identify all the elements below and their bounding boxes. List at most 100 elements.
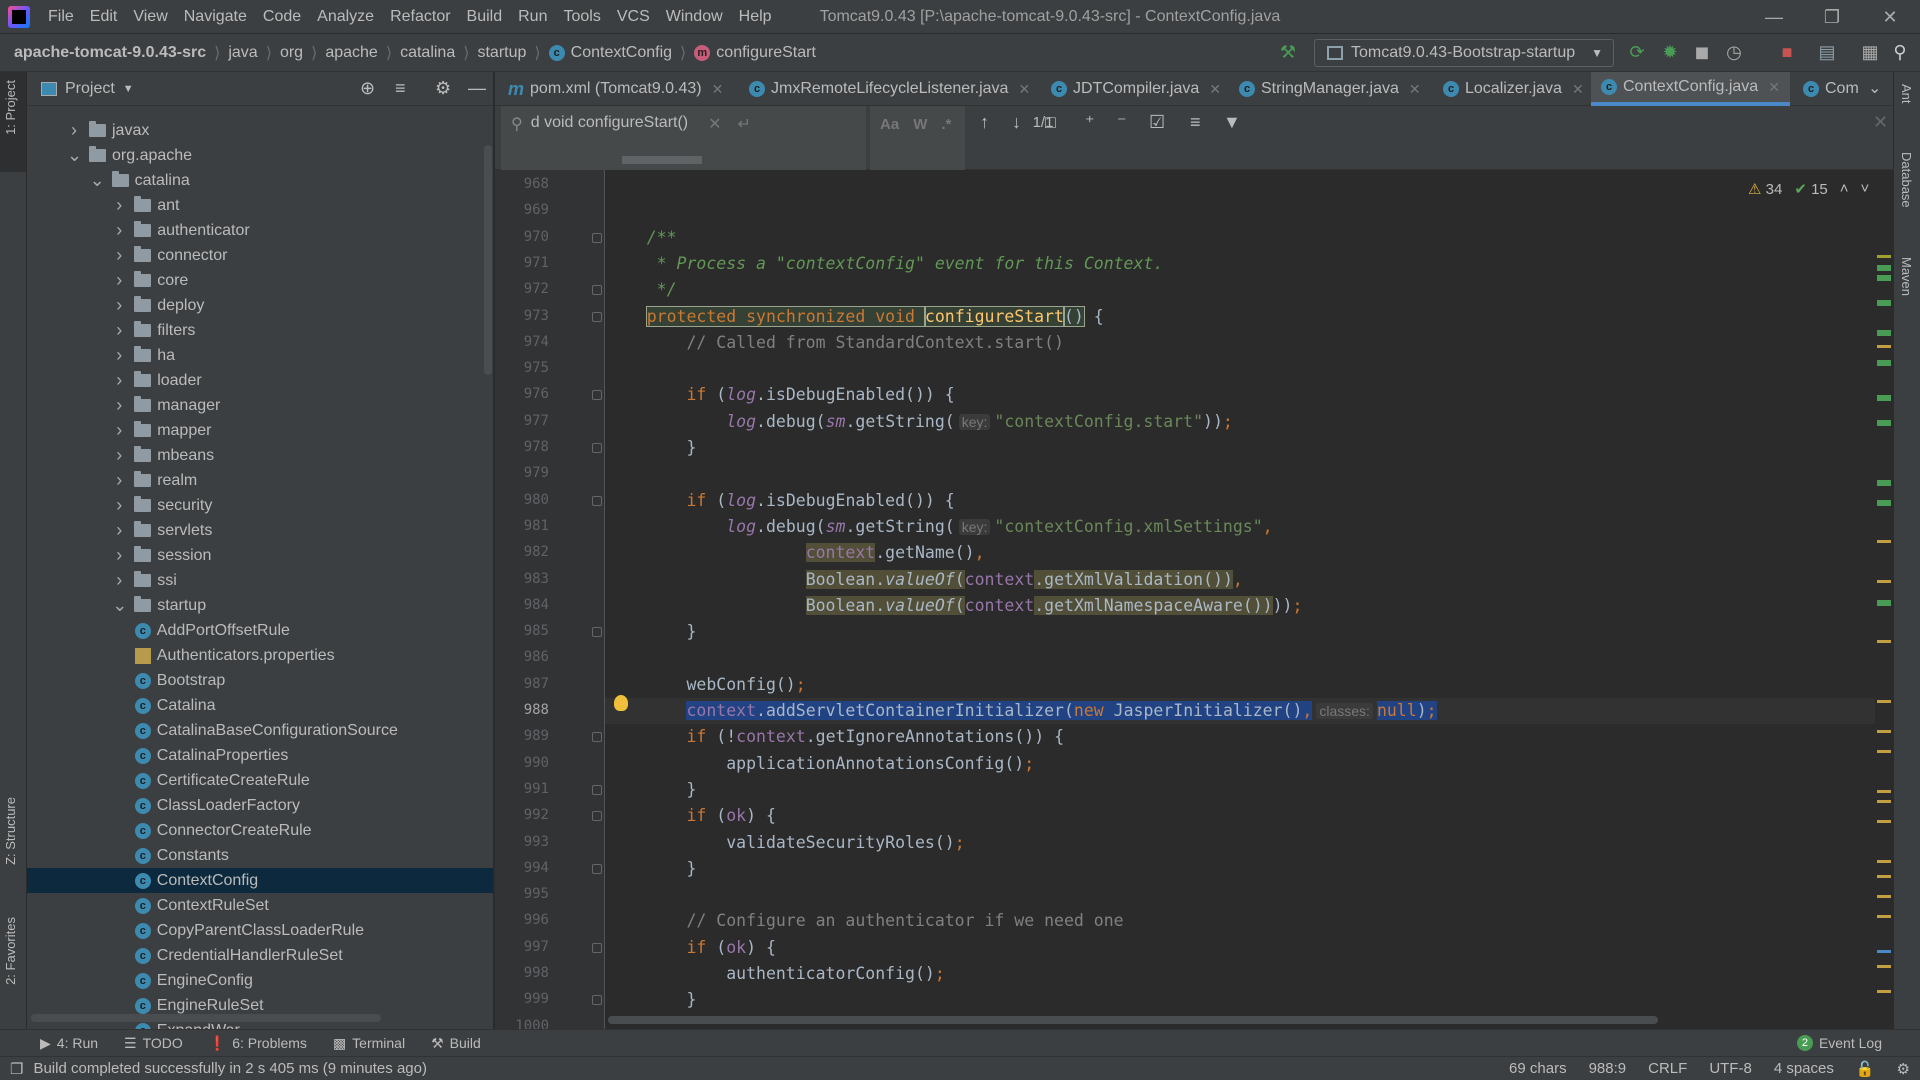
project-structure-icon[interactable]: ▤ [1815,42,1839,63]
editor-horizontal-scrollbar[interactable] [608,1016,1658,1024]
code-line[interactable]: // Called from StandardContext.start() [607,330,1064,356]
search-icon[interactable]: ⚲ [1888,42,1912,63]
clear-icon[interactable]: ✕ [708,114,721,134]
menu-code[interactable]: Code [255,8,309,26]
error-stripe-mark[interactable] [1877,950,1891,953]
next-occurrence-icon[interactable]: ↓ [1012,112,1021,133]
error-stripe-mark[interactable] [1877,860,1891,863]
run-tool-button[interactable]: ▶ 4: Run [40,1035,98,1052]
problems-tool-button[interactable]: ❗ 6: Problems [209,1035,307,1052]
close-tab-icon[interactable]: ✕ [1572,81,1584,98]
tree-item-ssi[interactable]: › ssi [27,568,493,593]
toggle-tool-windows-icon[interactable]: ❐ [10,1060,23,1078]
tree-item-filters[interactable]: › filters [27,318,493,343]
code-line[interactable]: context.addServletContainerInitializer(n… [607,698,1437,724]
close-window-button[interactable]: ✕ [1860,0,1920,34]
tree-scrollbar[interactable] [484,145,492,375]
tree-item-authenticator[interactable]: › authenticator [27,218,493,243]
tree-item-javax[interactable]: › javax [27,118,493,143]
breadcrumb-apache[interactable]: apache [325,44,378,62]
code-line[interactable]: Boolean.valueOf(context.getXmlNamespaceA… [607,593,1302,619]
code-line[interactable]: */ [607,277,677,303]
tree-item-authenticators-properties[interactable]: Authenticators.properties [27,643,493,668]
chevron-right-icon[interactable]: › [112,395,126,416]
find-input[interactable]: ⚲ d void configureStart() ✕ ↵ [501,106,866,170]
restore-button[interactable]: ❐ [1802,0,1862,34]
code-line[interactable]: if (log.isDebugEnabled()) { [607,488,954,514]
favorites-tool-button[interactable]: 2: Favorites [3,917,18,985]
tree-item-core[interactable]: › core [27,268,493,293]
tab-pom-xml-tomcat9-0-43-[interactable]: m pom.xml (Tomcat9.0.43) ✕ [498,72,733,106]
tree-item-copyparentclassloaderrule[interactable]: c CopyParentClassLoaderRule [27,918,493,943]
code-line[interactable]: applicationAnnotationsConfig(); [607,751,1034,777]
code-line[interactable]: log.debug(sm.getString(key: "contextConfi… [607,514,1272,540]
tree-item-mapper[interactable]: › mapper [27,418,493,443]
breadcrumb-org[interactable]: org [280,44,303,62]
tab-contextconfig-java[interactable]: c ContextConfig.java ✕ [1591,72,1790,106]
tree-item-security[interactable]: › security [27,493,493,518]
tree-item-credentialhandlerruleset[interactable]: c CredentialHandlerRuleSet [27,943,493,968]
coverage-icon[interactable]: ◼ [1690,42,1714,63]
error-stripe-mark[interactable] [1877,395,1891,401]
code-line[interactable]: webConfig(); [607,672,805,698]
previous-occurrence-icon[interactable]: ↑ [980,112,989,133]
filter-options-icon[interactable]: ≡ [1190,112,1201,133]
chevron-right-icon[interactable]: › [112,420,126,441]
menu-build[interactable]: Build [459,8,511,26]
multiline-icon[interactable]: ↵ [738,114,751,134]
chevron-right-icon[interactable]: › [112,295,126,316]
error-stripe-mark[interactable] [1877,330,1891,336]
rerun-icon[interactable]: ⟳ [1625,42,1649,63]
terminal-tool-button[interactable]: ▩ Terminal [333,1035,405,1052]
code-line[interactable]: } [607,777,696,803]
tree-item-addportoffsetrule[interactable]: c AddPortOffsetRule [27,618,493,643]
code-line[interactable]: * Process a "contextConfig" event for th… [607,251,1164,277]
tree-item-servlets[interactable]: › servlets [27,518,493,543]
chevron-right-icon[interactable]: › [112,320,126,341]
tree-item-contextconfig[interactable]: c ContextConfig [27,868,493,893]
chevron-right-icon[interactable]: › [112,270,126,291]
inspection-widget[interactable]: ⚠ 34 ✔ 15 ˄ ˅ [1748,180,1869,198]
error-stripe-mark[interactable] [1877,800,1891,803]
code-line[interactable]: } [607,435,696,461]
tree-item-connector[interactable]: › connector [27,243,493,268]
maven-tool-button[interactable]: Maven [1899,257,1914,296]
chevron-down-icon[interactable]: ▼ [123,83,134,95]
tree-item-session[interactable]: › session [27,543,493,568]
error-stripe-mark[interactable] [1877,750,1891,753]
stop-icon[interactable]: ■ [1775,42,1799,63]
next-highlight-icon[interactable]: ˅ [1861,180,1870,198]
error-stripe-mark[interactable] [1877,265,1891,271]
tree-item-deploy[interactable]: › deploy [27,293,493,318]
tab-jmxremotelifecyclelistener-java[interactable]: c JmxRemoteLifecycleListener.java ✕ [739,72,1040,106]
error-stripe-mark[interactable] [1877,420,1891,426]
menu-window[interactable]: Window [658,8,731,26]
menu-help[interactable]: Help [731,8,780,26]
chevron-right-icon[interactable]: › [112,445,126,466]
error-stripe-mark[interactable] [1877,965,1891,968]
error-stripe-mark[interactable] [1877,700,1891,703]
line-separator[interactable]: CRLF [1648,1060,1687,1077]
chevron-right-icon[interactable]: › [112,470,126,491]
menu-navigate[interactable]: Navigate [176,8,255,26]
code-line[interactable]: if (ok) { [607,803,775,829]
code-line[interactable]: if (log.isDebugEnabled()) { [607,382,954,408]
menu-refactor[interactable]: Refactor [382,8,458,26]
code-line[interactable]: } [607,856,696,882]
code-line[interactable]: if (ok) { [607,935,775,961]
breadcrumb-project[interactable]: apache-tomcat-9.0.43-src [14,44,206,62]
build-hammer-icon[interactable]: ⚒ [1276,42,1300,63]
tree-item-constants[interactable]: c Constants [27,843,493,868]
event-log-button[interactable]: 2 Event Log [1796,1035,1882,1051]
project-tool-button[interactable]: 1: Project [3,80,18,135]
tree-item-classloaderfactory[interactable]: c ClassLoaderFactory [27,793,493,818]
remove-occurrence-icon[interactable]: ⁻ [1117,112,1127,133]
close-tab-icon[interactable]: ✕ [712,81,724,98]
tree-item-mbeans[interactable]: › mbeans [27,443,493,468]
todo-tool-button[interactable]: ☰ TODO [124,1035,183,1052]
build-tool-button[interactable]: ⚒ Build [431,1035,481,1052]
error-stripe-mark[interactable] [1877,540,1891,543]
match-case-toggle[interactable]: Aa [880,116,899,160]
tree-item-loader[interactable]: › loader [27,368,493,393]
tree-item-catalinabaseconfigurationsource[interactable]: c CatalinaBaseConfigurationSource [27,718,493,743]
